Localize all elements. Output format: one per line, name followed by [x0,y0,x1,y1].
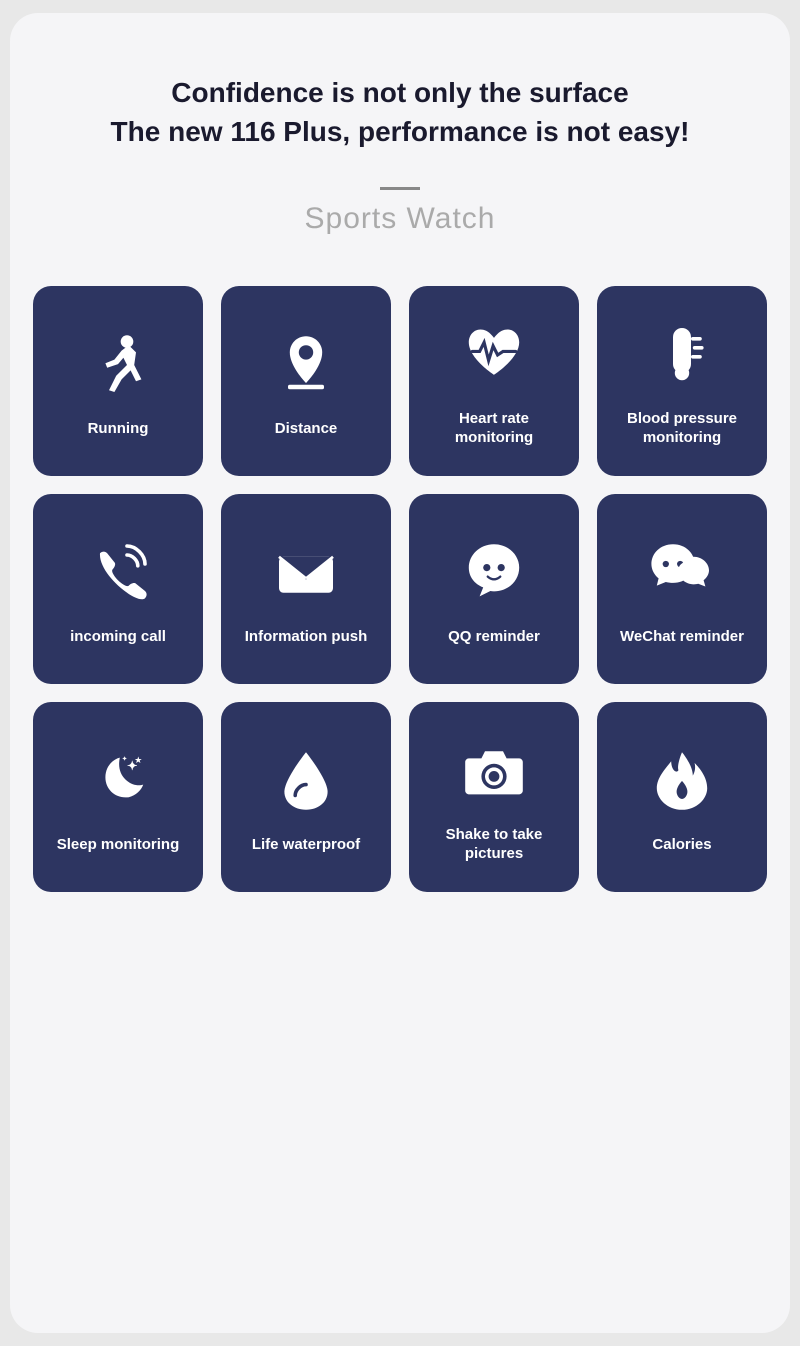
feature-tile-qq-reminder[interactable]: QQ reminder [409,494,579,684]
calories-icon [642,741,722,821]
running-label: Running [88,419,149,439]
feature-tile-incoming-call[interactable]: incoming call [33,494,203,684]
feature-tile-life-waterproof[interactable]: Life waterproof [221,702,391,892]
distance-icon [266,325,346,405]
wechat-reminder-label: WeChat reminder [620,627,744,647]
feature-tile-distance[interactable]: Distance [221,286,391,476]
shake-pictures-icon [454,731,534,811]
sleep-monitoring-icon: ✦ ★ ✦ [78,741,158,821]
headline: Confidence is not only the surface The n… [111,73,690,151]
svg-text:✦: ✦ [122,754,128,763]
shake-pictures-label: Shake to take pictures [419,825,569,864]
information-push-label: Information push [245,627,368,647]
calories-label: Calories [652,835,711,855]
features-grid: Running Distance Heart rate monitoring B… [33,286,767,892]
feature-tile-running[interactable]: Running [33,286,203,476]
feature-tile-calories[interactable]: Calories [597,702,767,892]
divider [380,187,420,190]
qq-reminder-icon [454,533,534,613]
feature-tile-sleep-monitoring[interactable]: ✦ ★ ✦ Sleep monitoring [33,702,203,892]
main-card: Confidence is not only the surface The n… [10,13,790,1333]
qq-reminder-label: QQ reminder [448,627,540,647]
subtitle: Sports Watch [305,202,496,236]
incoming-call-icon [78,533,158,613]
blood-pressure-icon [642,315,722,395]
heart-rate-label: Heart rate monitoring [419,409,569,448]
feature-tile-heart-rate[interactable]: Heart rate monitoring [409,286,579,476]
life-waterproof-label: Life waterproof [252,835,360,855]
sleep-monitoring-label: Sleep monitoring [57,835,180,855]
wechat-reminder-icon [642,533,722,613]
life-waterproof-icon [266,741,346,821]
blood-pressure-label: Blood pressure monitoring [607,409,757,448]
svg-text:★: ★ [134,755,142,765]
feature-tile-wechat-reminder[interactable]: WeChat reminder [597,494,767,684]
incoming-call-label: incoming call [70,627,166,647]
heart-rate-icon [454,315,534,395]
feature-tile-blood-pressure[interactable]: Blood pressure monitoring [597,286,767,476]
running-icon [78,325,158,405]
information-push-icon [266,533,346,613]
distance-label: Distance [275,419,338,439]
feature-tile-shake-pictures[interactable]: Shake to take pictures [409,702,579,892]
feature-tile-information-push[interactable]: Information push [221,494,391,684]
